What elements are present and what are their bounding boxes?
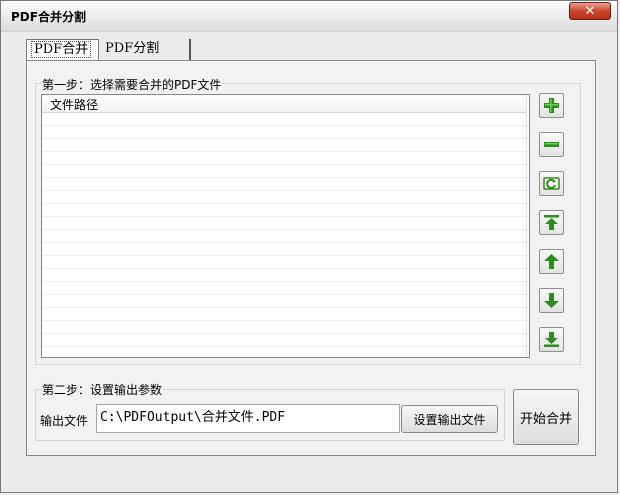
add-file-button[interactable] — [539, 93, 564, 118]
tab-pdf-split-label: PDF分割 — [105, 41, 160, 56]
set-output-button-label: 设置输出文件 — [413, 412, 486, 427]
output-path-field[interactable]: C:\PDFOutput\合并文件.PDF — [96, 404, 400, 433]
close-button[interactable]: ✕ — [569, 2, 611, 20]
move-to-bottom-icon — [544, 332, 559, 347]
column-divider — [526, 95, 527, 357]
remove-file-button[interactable] — [539, 132, 564, 157]
file-list[interactable]: 文件路径 — [41, 94, 530, 358]
main-window: PDF合并分割 ✕ PDF合并 PDF分割 第一步：选择需要合并的PDF文件 文… — [0, 0, 618, 493]
add-icon — [544, 98, 559, 113]
move-to-top-button[interactable] — [539, 210, 564, 235]
file-list-header[interactable]: 文件路径 — [42, 95, 526, 113]
window-title: PDF合并分割 — [11, 10, 86, 24]
step2-label: 第二步：设置输出参数 — [41, 381, 164, 398]
step1-label: 第一步：选择需要合并的PDF文件 — [41, 76, 223, 93]
set-output-button[interactable]: 设置输出文件 — [401, 405, 498, 433]
move-up-button[interactable] — [539, 249, 564, 274]
tab-pdf-merge-label: PDF合并 — [31, 41, 92, 58]
start-merge-button-label: 开始合并 — [519, 411, 572, 427]
close-icon: ✕ — [584, 3, 596, 19]
column-header-file-path[interactable]: 文件路径 — [50, 96, 98, 113]
file-list-body[interactable] — [42, 113, 529, 357]
move-to-bottom-button[interactable] — [539, 327, 564, 352]
output-file-label: 输出文件 — [40, 414, 89, 428]
tab-pdf-split[interactable]: PDF分割 — [101, 39, 191, 60]
remove-icon — [544, 142, 559, 147]
move-up-icon — [544, 254, 559, 269]
move-down-button[interactable] — [539, 288, 564, 313]
refresh-button[interactable] — [539, 171, 564, 196]
refresh-icon — [543, 177, 560, 190]
title-bar: PDF合并分割 ✕ — [1, 1, 617, 32]
move-down-icon — [544, 293, 559, 308]
move-to-top-icon — [544, 215, 559, 230]
tab-pdf-merge[interactable]: PDF合并 — [26, 39, 99, 61]
start-merge-button[interactable]: 开始合并 — [513, 389, 579, 445]
